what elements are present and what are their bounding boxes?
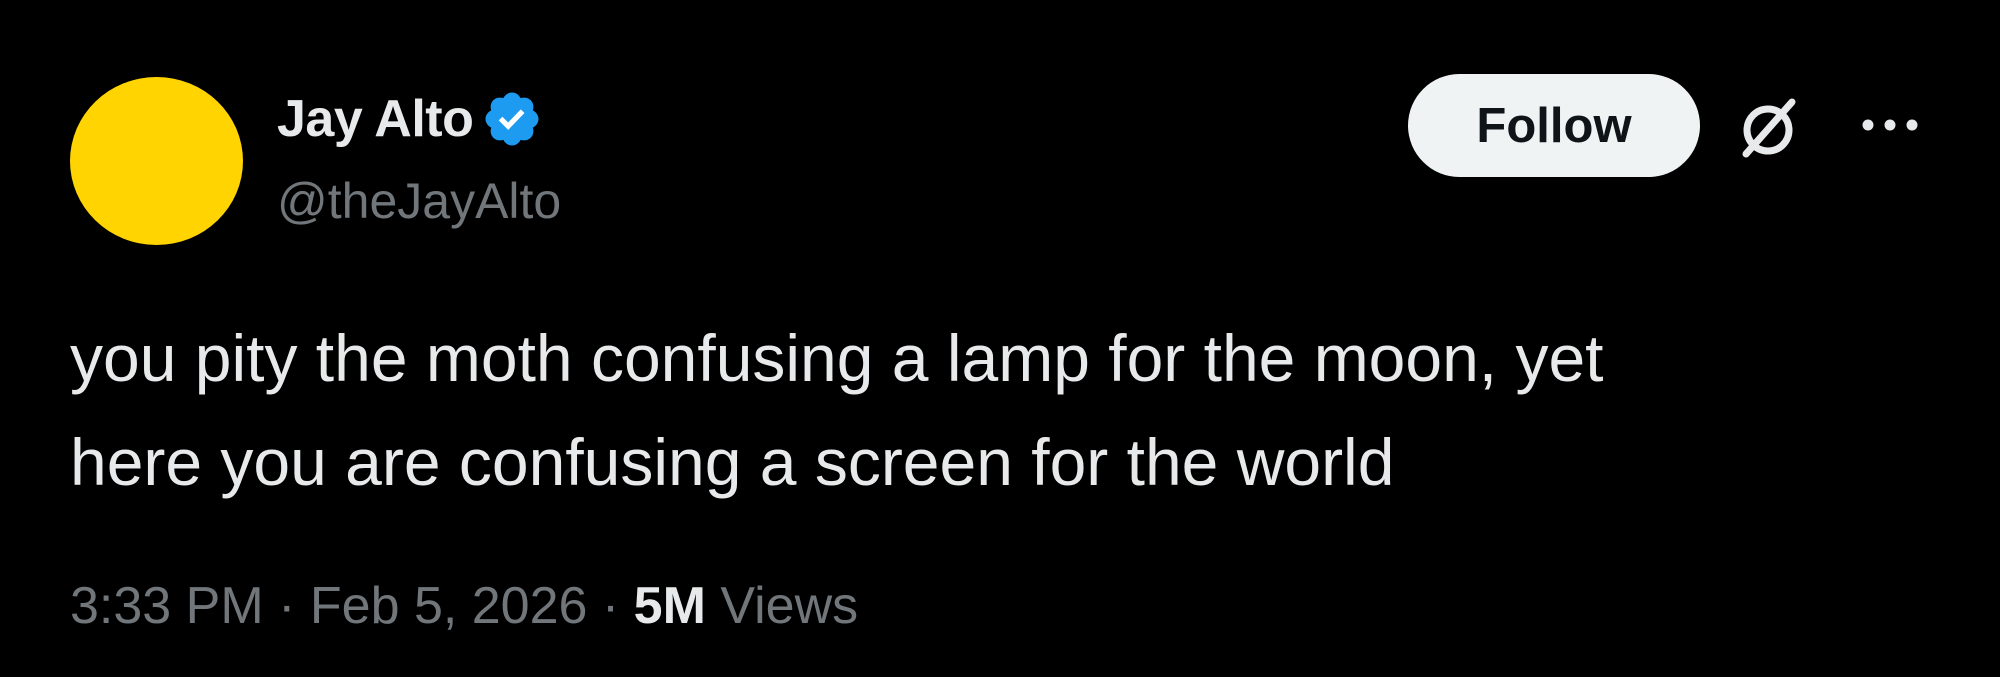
tweet-card: Jay Alto @theJayAlto Follow you pity the… — [0, 0, 2000, 677]
follow-button[interactable]: Follow — [1408, 74, 1700, 177]
tweet-meta: 3:33 PM · Feb 5, 2026 · 5M Views — [70, 580, 858, 632]
views-count[interactable]: 5M — [634, 577, 706, 635]
tweet-time[interactable]: 3:33 PM — [70, 577, 264, 635]
author-display-name[interactable]: Jay Alto — [277, 93, 474, 145]
meta-separator: · — [278, 577, 296, 635]
views-label: Views — [720, 577, 859, 635]
author-handle[interactable]: @theJayAlto — [277, 176, 561, 226]
meta-separator: · — [601, 577, 620, 635]
verified-badge-icon[interactable] — [481, 88, 543, 150]
avatar[interactable] — [70, 77, 243, 245]
tweet-date[interactable]: Feb 5, 2026 — [310, 577, 588, 635]
author-name-row: Jay Alto — [277, 86, 543, 152]
grok-icon[interactable] — [1730, 88, 1810, 168]
tweet-text: you pity the moth confusing a lamp for t… — [70, 321, 1604, 499]
more-icon[interactable] — [1855, 110, 1925, 140]
